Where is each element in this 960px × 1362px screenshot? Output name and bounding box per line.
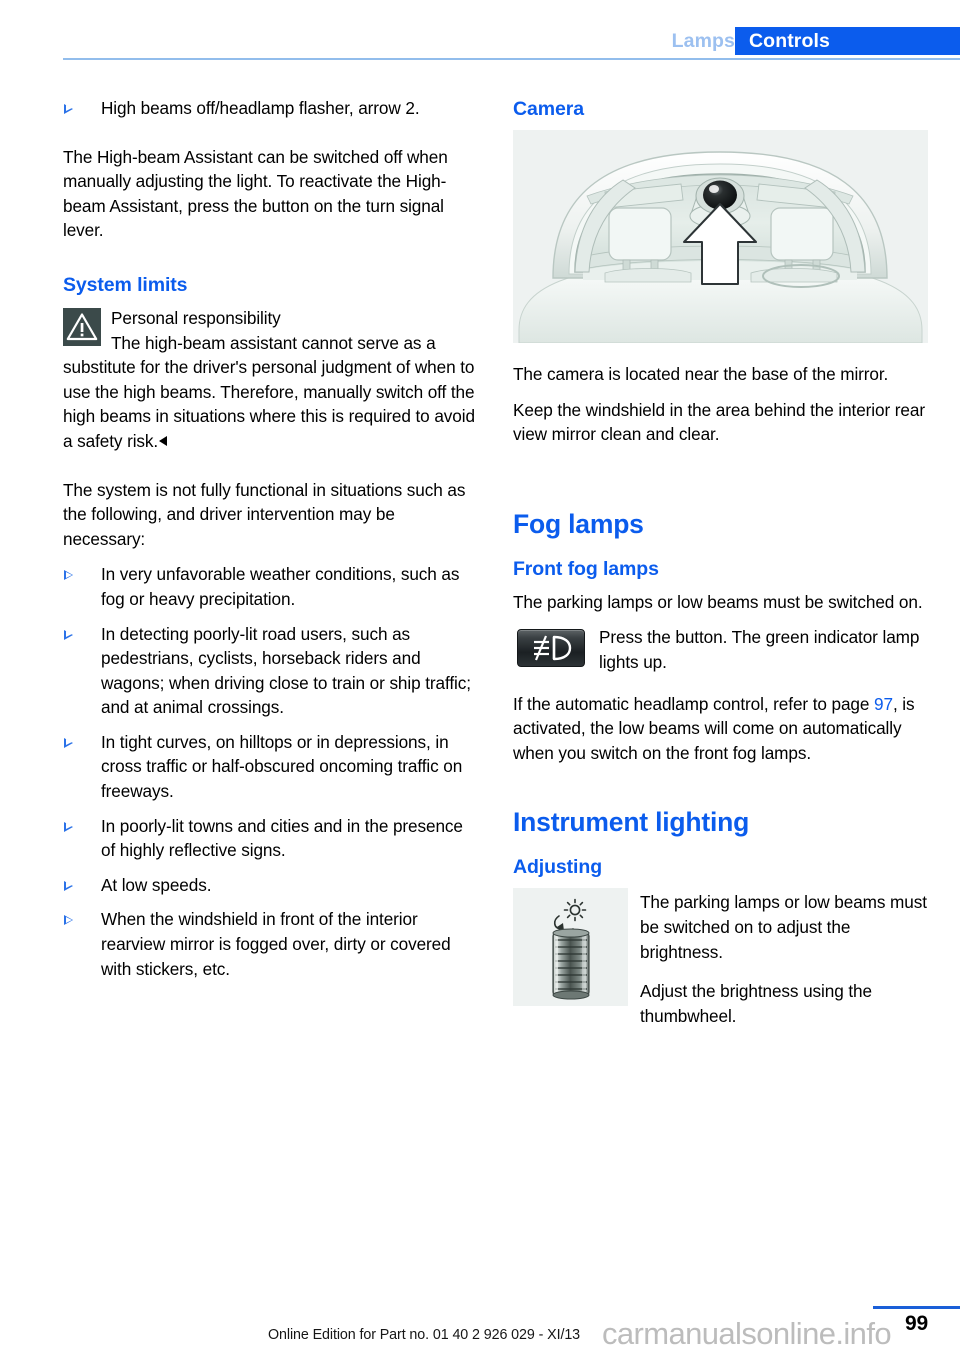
- left-column: High beams off/headlamp flasher, arrow 2…: [63, 96, 478, 981]
- list-item: High beams off/headlamp flasher, arrow 2…: [63, 96, 478, 121]
- triangle-bullet-icon: [64, 880, 73, 891]
- intro-bullet-list: High beams off/headlamp flasher, arrow 2…: [63, 96, 478, 121]
- warning-callout: Personal responsibility The high-beam as…: [63, 306, 478, 454]
- triangle-bullet-icon: [64, 821, 73, 832]
- list-item-label: In very unfavorable weather conditions, …: [101, 564, 460, 609]
- table-row: In detecting poorly-lit road users, such…: [63, 622, 478, 720]
- system-limits-list: In very unfavorable weather conditions, …: [63, 562, 478, 981]
- page-cross-reference-link[interactable]: 97: [874, 694, 893, 714]
- paragraph-automatic-headlamp-control: If the automatic headlamp control, refer…: [513, 692, 928, 766]
- paragraph-thumbwheel-requirement: The parking lamps or low beams must be s…: [640, 892, 927, 962]
- running-header: Lamps Controls: [0, 0, 960, 60]
- heading-instrument-lighting: Instrument lighting: [513, 807, 750, 838]
- triangle-bullet-icon: [64, 570, 73, 581]
- header-divider-rule: [63, 58, 960, 60]
- warning-end-marker: [159, 435, 168, 446]
- warning-title: Personal responsibility: [111, 307, 281, 328]
- instrument-lighting-thumbwheel-illustration: [513, 888, 628, 1007]
- triangle-bullet-icon: [64, 104, 73, 114]
- heading-adjusting: Adjusting: [513, 856, 603, 879]
- fog-button-instruction-row: Press the button. The green indicator la…: [513, 625, 928, 674]
- triangle-bullet-icon: [64, 915, 73, 926]
- paragraph-system-not-functional: The system is not fully functional in si…: [63, 479, 466, 549]
- triangle-bullet-icon: [64, 737, 73, 748]
- front-fog-lamp-button-icon[interactable]: [517, 629, 585, 668]
- paragraph-camera-location: The camera is located near the base of t…: [513, 364, 889, 384]
- table-row: In tight curves, on hilltops or in depre…: [63, 730, 478, 804]
- paragraph-front-fog-requirement: The parking lamps or low beams must be s…: [513, 591, 923, 612]
- header-chapter-label: Lamps: [671, 30, 735, 52]
- thumbwheel-instruction-row: The parking lamps or low beams must be s…: [513, 888, 928, 1028]
- warning-body: The high-beam assistant cannot serve as …: [63, 332, 475, 451]
- right-column: Camera The camera is located near the ba…: [513, 96, 928, 1045]
- footer-rule: [873, 1306, 960, 1309]
- list-item-label: High beams off/headlamp flasher, arrow 2…: [101, 98, 420, 118]
- list-item-label: When the windshield in front of the inte…: [101, 909, 451, 979]
- list-item-label: In poorly-lit towns and cities and in th…: [101, 815, 463, 861]
- paragraph-thumbwheel-adjust: Adjust the brightness using the thumbwhe…: [640, 981, 872, 1026]
- footer-edition-notice: Online Edition for Part no. 01 40 2 926 …: [268, 1327, 581, 1343]
- table-row: In poorly-lit towns and cities and in th…: [63, 814, 478, 863]
- paragraph-keep-windshield-clean: Keep the windshield in the area behind t…: [513, 399, 925, 445]
- list-item-label: At low speeds.: [101, 874, 212, 895]
- fog-button-instruction-text: Press the button. The green indicator la…: [599, 627, 920, 672]
- table-row: In very unfavorable weather conditions, …: [63, 562, 478, 611]
- watermark-text: carmanualsonline.info: [602, 1316, 892, 1351]
- header-section-label: Controls: [749, 30, 830, 52]
- heading-system-limits: System limits: [63, 273, 188, 296]
- list-item-label: In tight curves, on hilltops or in depre…: [101, 731, 463, 802]
- windshield-camera-illustration: [513, 130, 928, 343]
- header-section-band: Controls: [735, 27, 960, 55]
- warning-triangle-icon: [63, 307, 101, 346]
- heading-camera: Camera: [513, 98, 584, 120]
- thumbwheel-instruction-text: The parking lamps or low beams must be s…: [640, 888, 928, 1028]
- table-row: When the windshield in front of the inte…: [63, 907, 478, 981]
- triangle-bullet-icon: [64, 629, 73, 640]
- auto-headlamp-text-before: If the automatic headlamp control, refer…: [513, 693, 875, 714]
- list-item-label: In detecting poorly-lit road users, such…: [101, 623, 471, 718]
- heading-front-fog-lamps: Front fog lamps: [513, 557, 659, 580]
- paragraph-highbeam-assistant: The High-beam Assistant can be switched …: [63, 146, 448, 241]
- table-row: At low speeds.: [63, 873, 478, 898]
- heading-fog-lamps: Fog lamps: [513, 508, 644, 539]
